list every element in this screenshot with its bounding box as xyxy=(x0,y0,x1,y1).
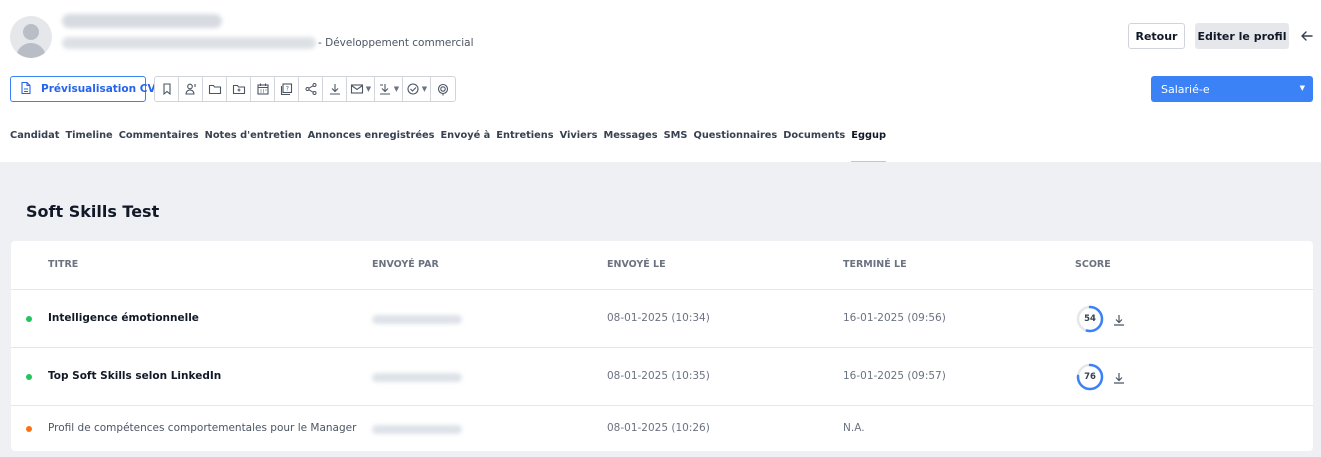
soft-skills-table: TITRE ENVOYÉ PAR ENVOYÉ LE TERMINÉ LE SC… xyxy=(11,241,1313,451)
calendar-button[interactable] xyxy=(251,77,275,101)
section-title: Soft Skills Test xyxy=(26,202,160,221)
user-assign-icon xyxy=(184,83,196,95)
tab-bar: Candidat Timeline Commentaires Notes d'entr… xyxy=(10,130,886,163)
status-select[interactable]: Salarié-e ▼ xyxy=(1151,76,1313,102)
folder-button[interactable] xyxy=(203,77,227,101)
folder-add-button[interactable] xyxy=(227,77,251,101)
bookmark-icon xyxy=(162,83,171,96)
download-button[interactable] xyxy=(323,77,347,101)
caret-down-icon: ▼ xyxy=(421,85,428,93)
column-header-termine-le: TERMINÉ LE xyxy=(843,259,907,270)
document-icon xyxy=(19,81,33,98)
download-icon[interactable] xyxy=(1112,370,1126,384)
status-dot xyxy=(26,426,32,432)
folder-icon xyxy=(208,84,221,95)
score-value: 54 xyxy=(1084,314,1096,324)
table-row[interactable]: Top Soft Skills selon LinkedIn 08-01-2025… xyxy=(11,347,1313,405)
mail-icon xyxy=(350,84,363,94)
avatar-head-shape xyxy=(23,24,39,40)
main-content: Soft Skills Test TITRE ENVOYÉ PAR ENVOYÉ… xyxy=(0,162,1321,457)
tab-annonces-enregistr-es[interactable]: Annonces enregistrées xyxy=(308,130,435,147)
calendar-icon xyxy=(256,83,269,95)
question-card-icon: ? xyxy=(280,83,292,96)
check-circle-icon xyxy=(407,83,419,95)
bookmark-button[interactable] xyxy=(155,77,179,101)
status-dot xyxy=(26,316,32,322)
sent-date: 08-01-2025 (10:34) xyxy=(607,312,710,324)
status-dot xyxy=(26,374,32,380)
test-title[interactable]: Intelligence émotionnelle xyxy=(48,312,199,324)
svg-text:?: ? xyxy=(285,86,288,93)
cv-preview-label: Prévisualisation CV xyxy=(41,83,156,95)
tab-entretiens[interactable]: Entretiens xyxy=(496,130,553,147)
download-icon xyxy=(329,84,340,95)
finished-date: N.A. xyxy=(843,422,865,434)
candidate-contact-redacted xyxy=(62,37,316,49)
table-header: TITRE ENVOYÉ PAR ENVOYÉ LE TERMINÉ LE SC… xyxy=(11,241,1313,289)
chevron-down-icon: ▼ xyxy=(1299,84,1305,92)
share-icon xyxy=(305,83,316,95)
avatar-body-shape xyxy=(16,43,46,58)
caret-down-icon: ▼ xyxy=(393,85,400,93)
status-select-value: Salarié-e xyxy=(1161,82,1210,96)
fingerprint-icon xyxy=(437,83,449,96)
table-row[interactable]: Profil de compétences comportementales p… xyxy=(11,405,1313,451)
share-button[interactable] xyxy=(299,77,323,101)
tab-documents[interactable]: Documents xyxy=(783,130,845,147)
back-arrow-icon[interactable] xyxy=(1297,26,1317,46)
finished-date: 16-01-2025 (09:57) xyxy=(843,370,946,382)
tab-envoy[interactable]: Envoyé à xyxy=(440,130,490,147)
candidate-name-redacted xyxy=(62,14,222,28)
score-gauge: 76 xyxy=(1075,362,1105,392)
download-icon[interactable] xyxy=(1112,312,1126,326)
sender-redacted xyxy=(372,425,462,434)
questionnaire-button[interactable]: ? xyxy=(275,77,299,101)
finished-date: 16-01-2025 (09:56) xyxy=(843,312,946,324)
export-icon xyxy=(379,84,390,95)
sent-date: 08-01-2025 (10:26) xyxy=(607,422,710,434)
avatar xyxy=(10,16,52,58)
tab-questionnaires[interactable]: Questionnaires xyxy=(693,130,777,147)
cv-preview-button[interactable]: Prévisualisation CV xyxy=(10,76,156,102)
caret-down-icon: ▼ xyxy=(365,85,372,93)
tab-eggup[interactable]: Eggup xyxy=(851,130,886,163)
sender-redacted xyxy=(372,315,462,324)
sender-redacted xyxy=(372,373,462,382)
action-toolbar: ? ▼ ▼ ▼ xyxy=(154,76,456,102)
status-check-dropdown-button[interactable]: ▼ xyxy=(403,77,431,101)
tab-timeline[interactable]: Timeline xyxy=(65,130,112,147)
column-header-score: SCORE xyxy=(1075,259,1111,270)
candidate-department: - Développement commercial xyxy=(318,37,474,49)
mail-dropdown-button[interactable]: ▼ xyxy=(347,77,375,101)
column-header-titre: TITRE xyxy=(48,259,79,270)
eggup-button[interactable] xyxy=(431,77,455,101)
score-value: 76 xyxy=(1084,372,1096,382)
folder-add-icon xyxy=(232,84,245,95)
tab-commentaires[interactable]: Commentaires xyxy=(119,130,199,147)
column-header-envoye-le: ENVOYÉ LE xyxy=(607,259,666,270)
profile-header: - Développement commercial Retour Editer… xyxy=(0,0,1321,70)
tab-candidat[interactable]: Candidat xyxy=(10,130,59,147)
tab-sms[interactable]: SMS xyxy=(664,130,688,147)
tab-messages[interactable]: Messages xyxy=(603,130,657,147)
test-title[interactable]: Profil de compétences comportementales p… xyxy=(48,422,356,434)
tab-notes-d-entretien[interactable]: Notes d'entretien xyxy=(205,130,302,147)
score-gauge: 54 xyxy=(1075,304,1105,334)
table-row[interactable]: Intelligence émotionnelle 08-01-2025 (10:… xyxy=(11,289,1313,347)
sent-date: 08-01-2025 (10:35) xyxy=(607,370,710,382)
export-dropdown-button[interactable]: ▼ xyxy=(375,77,403,101)
column-header-envoye-par: ENVOYÉ PAR xyxy=(372,259,439,270)
test-title[interactable]: Top Soft Skills selon LinkedIn xyxy=(48,370,221,382)
tab-viviers[interactable]: Viviers xyxy=(560,130,598,147)
assign-user-button[interactable] xyxy=(179,77,203,101)
retour-button[interactable]: Retour xyxy=(1128,23,1185,49)
edit-profile-button[interactable]: Editer le profil xyxy=(1195,23,1289,49)
